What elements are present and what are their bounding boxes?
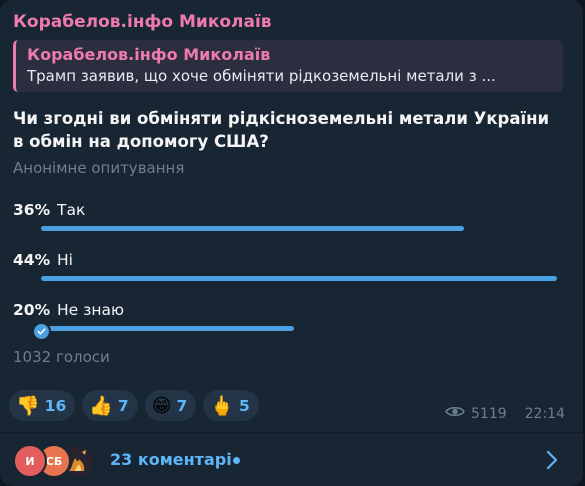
avatar-initials: СБ — [45, 454, 63, 468]
option-percent: 20% — [13, 301, 51, 319]
avatar: И — [13, 444, 47, 478]
reaction-grin[interactable]: 😁 7 — [144, 390, 197, 421]
view-count: 5119 — [471, 405, 507, 422]
reaction-middle-finger[interactable]: 🖕 5 — [203, 390, 259, 421]
option-percent: 44% — [13, 251, 51, 269]
reaction-count: 7 — [117, 396, 129, 415]
thumbs-down-icon: 👎 — [16, 394, 40, 417]
total-votes[interactable]: 1032 голоси — [13, 348, 110, 366]
reaction-count: 7 — [176, 396, 188, 415]
eye-icon — [445, 405, 465, 422]
voted-check-icon — [32, 322, 51, 341]
message-bubble: Корабелов.інфо Миколаїв Корабелов.інфо М… — [0, 0, 583, 486]
option-label: Не знаю — [57, 301, 125, 319]
option-result-bar — [41, 276, 557, 281]
grin-icon: 😁 — [151, 394, 172, 417]
reaction-thumbs-up[interactable]: 👍 7 — [82, 390, 138, 421]
option-percent: 36% — [13, 201, 51, 219]
reaction-thumbs-down[interactable]: 👎 16 — [9, 390, 76, 421]
poll-option-dont-know[interactable]: 20% Не знаю — [0, 301, 583, 341]
option-label: Ні — [57, 251, 73, 269]
option-result-bar — [41, 226, 464, 231]
poll-question: Чи згодні ви обміняти рідкісноземельні м… — [13, 109, 550, 151]
reactions-bar: 👎 16 👍 7 😁 7 🖕 5 — [9, 390, 259, 421]
reply-text: Трамп заявив, що хоче обміняти рідкоземе… — [27, 67, 496, 85]
option-label: Так — [57, 201, 86, 219]
option-result-bar — [41, 326, 294, 331]
reaction-count: 5 — [239, 396, 250, 415]
unread-dot — [233, 457, 240, 464]
channel-name[interactable]: Корабелов.інфо Миколаїв — [13, 12, 272, 32]
message-time: 22:14 — [524, 405, 565, 422]
poll-option-no[interactable]: 44% Ні — [0, 251, 583, 291]
reaction-count: 16 — [44, 396, 67, 415]
comments-count: 23 коментарі — [110, 450, 232, 469]
message-meta: 5119 22:14 — [445, 405, 565, 422]
middle-finger-icon: 🖕 — [210, 394, 234, 417]
reply-quote[interactable]: Корабелов.інфо Миколаїв Трамп заявив, що… — [13, 40, 563, 92]
chevron-right-icon — [546, 450, 558, 474]
reply-author: Корабелов.інфо Миколаїв — [27, 45, 271, 64]
commenter-avatars: И СБ — [13, 444, 103, 478]
poll-option-yes[interactable]: 36% Так — [0, 201, 583, 241]
thumbs-up-icon: 👍 — [89, 394, 113, 417]
comments-button[interactable]: И СБ 23 коментарі — [0, 433, 583, 486]
poll-type: Анонімне опитування — [13, 159, 185, 177]
avatar-initials: И — [25, 454, 35, 468]
